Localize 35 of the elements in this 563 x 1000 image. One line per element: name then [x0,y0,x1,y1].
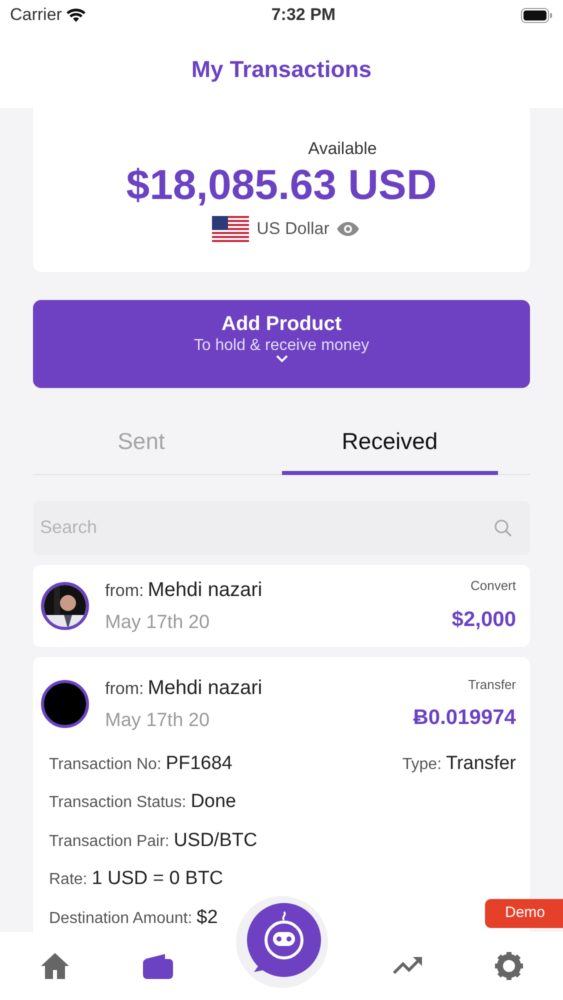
detail-field: Transaction Status: Done [49,788,236,816]
sender-name: Mehdi nazari [148,578,262,602]
detail-field: Transaction Pair: USD/BTC [49,826,258,855]
detail-field: Destination Amount: $2 [49,904,218,932]
transaction-date: May 17th 20 [105,709,211,733]
balance-amount: $18,085.63 USD [125,162,438,208]
battery-icon [520,8,553,22]
search-field[interactable]: Search [33,500,530,554]
status-time: 7:32 PM [271,4,336,26]
transaction-type: Convert [470,577,516,596]
us-flag-icon [212,216,249,242]
tab[interactable]: Received [282,414,498,474]
transaction-card[interactable]: from: Mehdi nazari May 17th 20 Convert $2,000 [33,564,530,647]
avatar [41,680,89,728]
from-label: from: [105,678,144,700]
add-product-button[interactable]: Add Product To hold & receive money [33,300,530,388]
carrier-name: Carrier [10,4,62,26]
sender-name: Mehdi nazari [148,676,262,701]
settings-icon[interactable] [495,952,523,980]
transaction-date: May 17th 20 [105,610,211,634]
detail-field: Rate: 1 USD = 0 BTC [49,865,224,894]
transaction-type: Transfer [468,676,516,694]
from-label: from: [105,580,144,602]
eye-icon[interactable] [337,222,360,236]
wallet-icon[interactable] [142,951,174,981]
transaction-amount: Ƀ0.019974 [413,705,516,732]
transaction-amount: $2,000 [452,606,516,633]
wifi-icon [66,8,86,22]
available-label: Available [307,138,378,160]
detail-field: Transaction No: PF1684 [49,750,232,778]
chevron-down-icon [276,355,288,364]
page-title: My Transactions [191,54,372,84]
detail-field: Type: Transfer [402,750,516,778]
currency-name: US Dollar [256,218,330,240]
demo-badge: Demo [484,899,563,928]
